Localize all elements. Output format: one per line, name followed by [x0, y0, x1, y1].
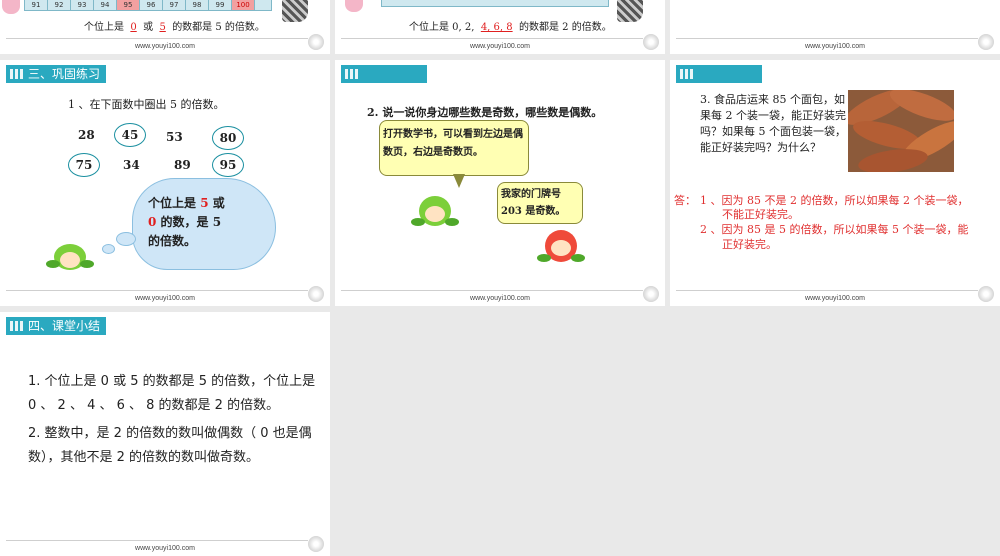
speech-bubble-1-text: 打开数学书，可以看到左边是偶数页，右边是奇数页。: [383, 129, 523, 158]
footer-url: www.youyi100.com: [135, 43, 195, 50]
footer-line: [6, 540, 308, 541]
footer-url: www.youyi100.com: [470, 295, 530, 302]
slide-2[interactable]: 个位上是 0, 2, 4, 6, 8 的数都是 2 的倍数。 www.youyi…: [335, 0, 665, 54]
cloud-bubble: [116, 232, 136, 246]
strip-cell: 98: [186, 0, 209, 10]
cloud-highlight: 0: [148, 215, 157, 229]
answer-label: 答：: [674, 194, 696, 207]
red-apple-mascot-icon: [537, 226, 585, 268]
cartoon-boy-icon: [282, 0, 308, 22]
slide-4[interactable]: 三、巩固练习 1 、在下面数中圈出 5 的倍数。 28 45 53 80 75 …: [0, 60, 330, 306]
footer-line: [341, 290, 643, 291]
footer-url: www.youyi100.com: [805, 43, 865, 50]
footer-line: [676, 290, 978, 291]
strip-cell: 94: [94, 0, 117, 10]
answer-blank: 5: [159, 22, 166, 33]
cloud-text-part: 或: [212, 196, 225, 210]
answer-blank: 4, 6, 8: [480, 22, 513, 33]
bread-photo: [848, 90, 954, 172]
cloud-highlight: 5: [200, 196, 209, 210]
number-strip: 91 92 93 94 95 96 97 98 99 100: [24, 0, 272, 11]
number-item-circled[interactable]: 75: [68, 153, 100, 177]
rule-text: 个位上是 0 或 5 的数都是 5 的倍数。: [84, 18, 265, 33]
rule-prefix: 个位上是: [84, 22, 124, 33]
footer-line: [6, 290, 308, 291]
rule-suffix: 的数都是 2 的倍数。: [518, 22, 612, 33]
section-title-bar: [676, 65, 762, 83]
slide-5[interactable]: 2. 说一说你身边哪些数是奇数，哪些数是偶数。 打开数学书，可以看到左边是偶数页…: [335, 60, 665, 306]
rule-prefix: 个位上是 0, 2,: [409, 22, 475, 33]
cloud-text-part: 的倍数。: [148, 234, 197, 248]
cloud-text-part: 个位上是: [148, 196, 197, 210]
answer-blank: 0: [130, 22, 137, 33]
footer-line: [6, 38, 308, 39]
number-item-circled[interactable]: 80: [212, 126, 244, 150]
section-title: 四、课堂小结: [6, 317, 106, 335]
rule-text: 个位上是 0, 2, 4, 6, 8 的数都是 2 的倍数。: [409, 18, 612, 33]
footer-url: www.youyi100.com: [470, 43, 530, 50]
number-item-circled[interactable]: 95: [212, 153, 244, 177]
section-title-bar: [341, 65, 427, 83]
cartoon-boy-icon: [617, 0, 643, 22]
footer-line: [341, 38, 643, 39]
cloud-text: 个位上是 5 或 0 的数，是 5 的倍数。: [148, 194, 225, 251]
green-apple-mascot-icon: [411, 192, 459, 232]
cloud-text-part: 的数，是 5: [160, 215, 222, 229]
strip-cell: 97: [163, 0, 186, 10]
strip-cell: 96: [140, 0, 163, 10]
section-title: 三、巩固练习: [6, 65, 106, 83]
slide-3[interactable]: www.youyi100.com: [670, 0, 1000, 54]
slide-6[interactable]: 3. 食品店运来 85 个面包，如果每 2 个装一袋，能正好装完吗？如果每 5 …: [670, 60, 1000, 306]
rule-or: 或: [143, 22, 154, 33]
question-text: 1 、在下面数中圈出 5 的倍数。: [68, 98, 225, 111]
green-apple-mascot-icon: [46, 238, 94, 272]
slide-7[interactable]: 四、课堂小结 1. 个位上是 0 或 5 的数都是 5 的倍数，个位上是 0 、…: [0, 312, 330, 556]
strip-cell: 100: [232, 0, 255, 10]
strip-cell: 95: [117, 0, 140, 10]
footer-url: www.youyi100.com: [135, 545, 195, 552]
question-text: 3. 食品店运来 85 个面包，如果每 2 个装一袋，能正好装完吗？如果每 5 …: [700, 93, 846, 154]
number-item-circled[interactable]: 45: [114, 123, 146, 147]
strip-cell: 99: [209, 0, 232, 10]
bubble-line: 203 是奇数。: [501, 206, 566, 217]
footer-url: www.youyi100.com: [135, 295, 195, 302]
speech-bubble-2-text: 我家的门牌号 203 是奇数。: [501, 186, 565, 220]
question-text: 2. 说一说你身边哪些数是奇数，哪些数是偶数。: [367, 106, 603, 119]
strip-cell: 93: [71, 0, 94, 10]
cartoon-girl-icon: [345, 0, 363, 12]
bubble-line: 我家的门牌号: [501, 189, 561, 200]
strip-cell: 92: [48, 0, 71, 10]
summary-point-1: 1. 个位上是 0 或 5 的数都是 5 的倍数，个位上是 0 、 2 、 4 …: [28, 374, 316, 413]
strip-cell: 91: [25, 0, 48, 10]
number-item: 28: [78, 128, 95, 142]
slide-1[interactable]: 91 92 93 94 95 96 97 98 99 100 个位上是 0 或 5 的数都是 5 …: [0, 0, 330, 54]
rule-suffix: 的数都是 5 的倍数。: [172, 22, 265, 33]
cloud-bubble: [102, 244, 115, 254]
number-strip: [381, 0, 609, 7]
number-item: 34: [123, 158, 140, 172]
answer-2-line1: 2 、因为 85 是 5 的倍数，所以如果每 5 个装一袋，能: [700, 223, 969, 236]
cartoon-girl-icon: [2, 0, 20, 14]
number-item: 89: [174, 158, 191, 172]
footer-line: [676, 38, 978, 39]
footer-url: www.youyi100.com: [805, 295, 865, 302]
summary-point-2: 2. 整数中，是 2 的倍数的数叫做偶数（ 0 也是偶数），其他不是 2 的倍数…: [28, 426, 312, 465]
answer-1-line2: 不能正好装完。: [722, 208, 799, 221]
answer-2-line2: 正好装完。: [722, 238, 777, 251]
number-item: 53: [166, 130, 183, 144]
speech-bubble-tail: [453, 174, 465, 188]
